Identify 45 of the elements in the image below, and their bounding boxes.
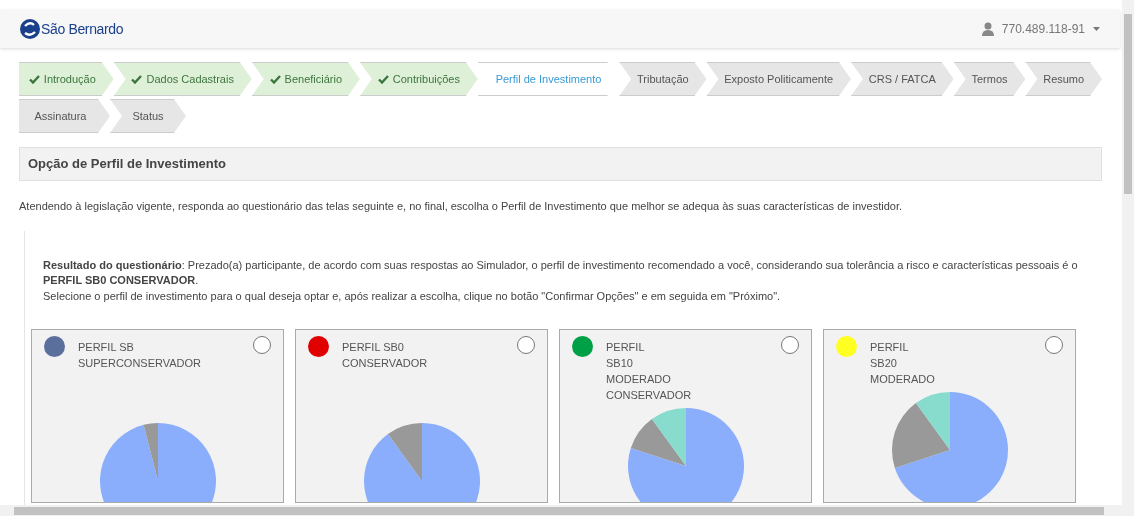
- wizard-step-tab[interactable]: Introdução: [19, 62, 114, 96]
- wizard-step-tab[interactable]: Dados Cadastrais: [113, 62, 252, 96]
- wizard-step-tab[interactable]: Beneficiário: [251, 62, 360, 96]
- profile-name-line: SB10: [606, 355, 634, 371]
- result-text: Resultado do questionário: Prezado(a) participante, de acordo com suas respostas ao Simulador, o perfil de investimento recomendado a você, considerando sua tolerância a risco e características pessoais é o PERFIL SB0 CONSERVADOR.: [43, 257, 1079, 288]
- horizontal-scrollbar[interactable]: [0, 505, 1134, 516]
- check-icon: [131, 74, 143, 84]
- wizard-step-tab[interactable]: Termos: [953, 62, 1026, 96]
- profile-name-line: CONSERVADOR: [606, 387, 692, 403]
- radio-button[interactable]: [1045, 335, 1063, 354]
- profile-name-line: MODERADO: [606, 371, 672, 387]
- wizard-step-tab[interactable]: Status: [110, 99, 186, 133]
- profile-name-line: SB20: [870, 355, 898, 371]
- check-icon: [28, 74, 40, 84]
- profile-name-line: SUPERCONSERVADOR: [78, 355, 202, 371]
- profile-card[interactable]: PERFIL SB0 CONSERVADOR: [295, 328, 548, 503]
- brand-name: São Bernardo: [41, 19, 124, 39]
- logo-icon: [20, 19, 40, 39]
- user-icon: [981, 22, 994, 36]
- radio-button[interactable]: [781, 335, 799, 354]
- profile-name-line: PERFIL: [606, 339, 646, 355]
- profile-name-line: MODERADO: [870, 371, 935, 387]
- caret-icon: [1093, 27, 1100, 31]
- vertical-scrollbar[interactable]: [1122, 0, 1134, 505]
- profile-card[interactable]: PERFIL SB20 MODERADO: [823, 328, 1076, 503]
- profile-name-line: PERFIL SB: [78, 339, 135, 355]
- wizard-step-tab[interactable]: Tributação: [619, 62, 707, 96]
- check-icon: [377, 74, 389, 84]
- profile-name-line: PERFIL: [870, 339, 910, 355]
- check-icon: [269, 74, 281, 84]
- profile-name-line: CONSERVADOR: [342, 355, 428, 371]
- instruction-text: Selecione o perfil de investimento para o qual deseja optar e, após realizar a escolha, clique no botão "Confirmar Opções" e em seguida em "Próximo".: [43, 288, 782, 304]
- profile-card[interactable]: PERFIL SB SUPERCONSERVADOR: [31, 328, 284, 503]
- user-menu[interactable]: 770.489.118-91: [981, 20, 1100, 38]
- wizard-step-tab[interactable]: Assinatura: [19, 99, 110, 133]
- section-title: Opção de Perfil de Investimento: [28, 155, 226, 174]
- wizard-step-tab[interactable]: Resumo: [1025, 62, 1102, 96]
- radio-button[interactable]: [517, 335, 535, 354]
- profile-name-line: PERFIL SB0: [342, 339, 405, 355]
- profile-card[interactable]: PERFIL SB10 MODERADO CONSERVADOR: [559, 328, 812, 503]
- wizard-step-tab[interactable]: Contribuições: [359, 62, 478, 96]
- wizard-step-tab[interactable]: CRS / FATCA: [850, 62, 954, 96]
- wizard-step-tab[interactable]: Exposto Politicamente: [706, 62, 851, 96]
- radio-button[interactable]: [253, 335, 271, 354]
- intro-text: Atendendo à legislação vigente, responda ao questionário das telas seguinte e, no final, escolha o Perfil de Investimento que melhor se adequa às suas características de investidor.: [19, 199, 903, 214]
